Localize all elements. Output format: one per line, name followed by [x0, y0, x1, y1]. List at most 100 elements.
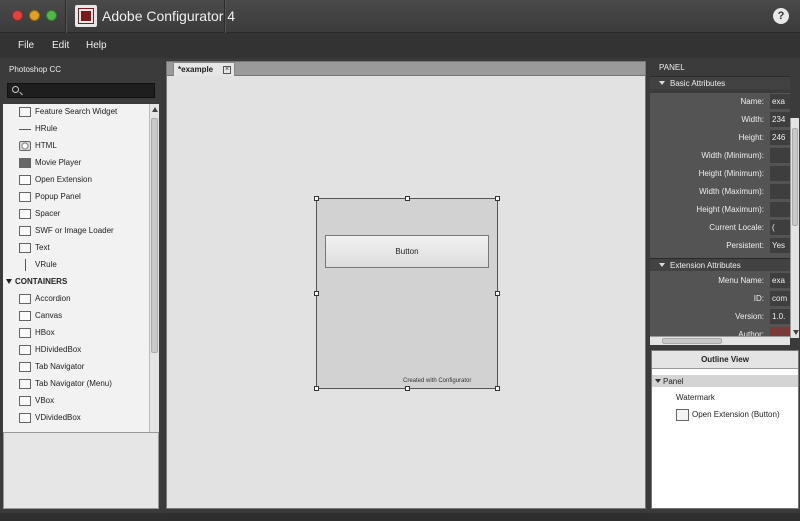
help-icon[interactable]: ?	[773, 8, 789, 24]
list-item[interactable]: VBox	[3, 393, 149, 410]
property-field[interactable]	[770, 202, 790, 217]
scroll-up-icon[interactable]	[152, 107, 158, 112]
properties-panel-title: PANEL	[659, 63, 685, 72]
outline-item-panel[interactable]: Panel	[652, 375, 798, 387]
list-item[interactable]: SWF or Image Loader	[3, 223, 149, 240]
list-item[interactable]: VRule	[3, 257, 149, 274]
menu-help[interactable]: Help	[86, 40, 107, 51]
resize-handle[interactable]	[405, 386, 410, 391]
property-field[interactable]	[770, 327, 790, 336]
collapse-triangle-icon	[659, 263, 665, 267]
expand-triangle-icon[interactable]	[655, 379, 661, 383]
outline-item-open-extension[interactable]: Open Extension (Button)	[692, 410, 780, 419]
list-item-label: Text	[35, 243, 50, 252]
hrule-icon	[19, 124, 31, 134]
menu-edit[interactable]: Edit	[52, 40, 69, 51]
resize-handle[interactable]	[314, 386, 319, 391]
menu-bar: File Edit Help	[0, 33, 800, 58]
list-item[interactable]: Popup Panel	[3, 189, 149, 206]
scrollbar-thumb[interactable]	[792, 128, 798, 226]
list-item-label: HTML	[35, 141, 57, 150]
list-item[interactable]: HBox	[3, 325, 149, 342]
close-window-icon[interactable]	[12, 10, 23, 21]
accordion-icon	[19, 294, 31, 304]
scrollbar-thumb[interactable]	[662, 338, 722, 344]
tab-example[interactable]: *example ×	[173, 62, 235, 76]
property-field[interactable]: exa	[770, 94, 790, 109]
property-field[interactable]: 234	[770, 112, 790, 127]
properties-hscrollbar[interactable]	[650, 336, 790, 345]
property-field[interactable]: com	[770, 291, 790, 306]
resize-handle[interactable]	[495, 196, 500, 201]
list-item[interactable]: Text	[3, 240, 149, 257]
list-item[interactable]: VDividedBox	[3, 410, 149, 427]
collapse-triangle-icon	[6, 279, 12, 284]
search-icon	[12, 86, 19, 93]
panel-canvas[interactable]: Button Created with Configurator	[314, 196, 500, 391]
extension-attributes-header[interactable]: Extension Attributes	[650, 258, 790, 271]
property-field[interactable]	[770, 166, 790, 181]
list-item[interactable]: Tab Navigator	[3, 359, 149, 376]
search-widget-icon	[19, 107, 31, 117]
list-item-label: HBox	[35, 328, 55, 337]
canvas-button[interactable]: Button	[325, 235, 489, 268]
component-preview	[3, 432, 159, 509]
component-list: Feature Search Widget HRule HTML Movie Play…	[3, 104, 149, 488]
popup-icon	[19, 192, 31, 202]
property-field[interactable]: Yes	[770, 238, 790, 253]
scroll-down-icon[interactable]	[793, 330, 799, 335]
property-field[interactable]: 1.0.	[770, 309, 790, 324]
list-item[interactable]: HRule	[3, 121, 149, 138]
html-icon	[19, 141, 31, 151]
list-item[interactable]: Movie Player	[3, 155, 149, 172]
list-item-label: SWF or Image Loader	[35, 226, 114, 235]
vbox-icon	[19, 396, 31, 406]
list-item[interactable]: Tab Navigator (Menu)	[3, 376, 149, 393]
section-label: Extension Attributes	[670, 261, 741, 270]
close-tab-icon[interactable]: ×	[223, 66, 231, 74]
resize-handle[interactable]	[495, 291, 500, 296]
section-label: Basic Attributes	[670, 79, 726, 88]
property-label: Name:	[740, 97, 764, 106]
tab-navigator-menu-icon	[19, 379, 31, 389]
hdividedbox-icon	[19, 345, 31, 355]
property-field[interactable]	[770, 148, 790, 163]
list-item-label: Feature Search Widget	[35, 107, 118, 116]
component-search-input[interactable]	[7, 83, 155, 98]
spacer-icon	[19, 209, 31, 219]
properties-scrollbar[interactable]	[790, 118, 799, 338]
basic-attributes-header[interactable]: Basic Attributes	[650, 76, 790, 89]
menu-file[interactable]: File	[18, 40, 34, 51]
list-item[interactable]: HTML	[3, 138, 149, 155]
maximize-window-icon[interactable]	[46, 10, 57, 21]
title-bar: Adobe Configurator 4 ?	[0, 0, 800, 33]
list-item[interactable]: Feature Search Widget	[3, 104, 149, 121]
scrollbar-thumb[interactable]	[151, 118, 158, 353]
resize-handle[interactable]	[314, 291, 319, 296]
list-item-label: Spacer	[35, 209, 61, 218]
list-item[interactable]: Canvas	[3, 308, 149, 325]
component-list-scrollbar[interactable]	[149, 104, 159, 488]
property-field[interactable]: (	[770, 220, 790, 235]
property-field[interactable]: 246	[770, 130, 790, 145]
property-label: Width (Maximum):	[699, 187, 764, 196]
resize-handle[interactable]	[314, 196, 319, 201]
window-icon	[676, 409, 689, 421]
list-item[interactable]: Open Extension	[3, 172, 149, 189]
properties-panel: PANEL Basic Attributes Name: exa Width: 234…	[648, 58, 800, 513]
resize-handle[interactable]	[405, 196, 410, 201]
containers-category[interactable]: CONTAINERS	[3, 275, 149, 289]
property-field[interactable]: exa	[770, 273, 790, 288]
outline-item-watermark[interactable]: Watermark	[676, 393, 715, 402]
list-item[interactable]: Spacer	[3, 206, 149, 223]
list-item[interactable]: Accordion	[3, 291, 149, 308]
property-field[interactable]	[770, 184, 790, 199]
list-item[interactable]: HDividedBox	[3, 342, 149, 359]
app-title: Adobe Configurator 4	[102, 8, 236, 24]
document-tab-strip: *example ×	[167, 62, 645, 76]
minimize-window-icon[interactable]	[29, 10, 40, 21]
list-item-label: Tab Navigator (Menu)	[35, 379, 112, 388]
properties-list: Name: exa Width: 234 Height: 246 Width (Minimu…	[650, 93, 790, 336]
title-divider	[224, 0, 225, 33]
resize-handle[interactable]	[495, 386, 500, 391]
